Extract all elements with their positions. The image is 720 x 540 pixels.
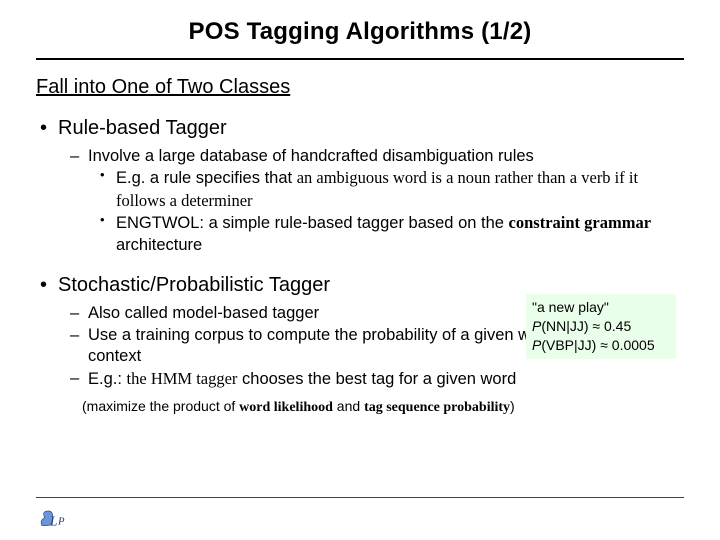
fn-mid: and xyxy=(333,398,364,414)
fn-em1: word likelihood xyxy=(239,400,333,415)
text-post: architecture xyxy=(116,236,202,254)
fn-em2: tag sequence probability xyxy=(364,400,510,415)
example-callout: "a new play" P(NN|JJ) ≈ 0.45 P(VBP|JJ) ≈… xyxy=(526,294,676,359)
subsub-item: E.g. a rule specifies that an ambiguous … xyxy=(88,167,684,212)
note-line1: "a new play" xyxy=(532,298,670,317)
text-em: constraint grammar xyxy=(509,213,652,232)
footer-divider xyxy=(36,497,684,498)
svg-text:L: L xyxy=(49,514,57,529)
p-arg: (NN|JJ) ≈ 0.45 xyxy=(541,318,631,334)
item-label: Rule-based Tagger xyxy=(58,117,227,139)
footnote: (maximize the product of word likelihood… xyxy=(82,398,684,416)
sub-item: Involve a large database of handcrafted … xyxy=(58,146,684,256)
sub-text: Involve a large database of handcrafted … xyxy=(88,147,534,165)
text-em: the HMM tagger xyxy=(127,369,238,388)
p-arg: (VBP|JJ) ≈ 0.0005 xyxy=(541,337,654,353)
text-pre: E.g.: xyxy=(88,370,127,388)
item-label: Stochastic/Probabilistic Tagger xyxy=(58,274,330,296)
subsublist: E.g. a rule specifies that an ambiguous … xyxy=(88,167,684,256)
sub-text: Also called model-based tagger xyxy=(88,304,319,322)
section-subhead: Fall into One of Two Classes xyxy=(36,76,684,99)
item-rule-based: Rule-based Tagger Involve a large databa… xyxy=(36,117,684,256)
p-sym: P xyxy=(532,337,541,353)
sublist: Involve a large database of handcrafted … xyxy=(58,146,684,256)
slp-logo: L P xyxy=(38,504,78,534)
fn-post: ) xyxy=(510,398,515,414)
slide-title: POS Tagging Algorithms (1/2) xyxy=(36,18,684,46)
title-divider xyxy=(36,58,684,60)
subsub-item: ENGTWOL: a simple rule-based tagger base… xyxy=(88,212,684,256)
note-prob1: P(NN|JJ) ≈ 0.45 xyxy=(532,317,670,336)
text-pre: E.g. a rule specifies that xyxy=(116,169,297,187)
sub-item: E.g.: the HMM tagger chooses the best ta… xyxy=(58,368,684,390)
fn-pre: (maximize the product of xyxy=(82,398,239,414)
note-prob2: P(VBP|JJ) ≈ 0.0005 xyxy=(532,336,670,355)
p-sym: P xyxy=(532,318,541,334)
text-post: chooses the best tag for a given word xyxy=(237,370,516,388)
svg-text:P: P xyxy=(57,516,65,527)
text-pre: ENGTWOL: a simple rule-based tagger base… xyxy=(116,214,509,232)
slp-logo-icon: L P xyxy=(38,504,78,534)
